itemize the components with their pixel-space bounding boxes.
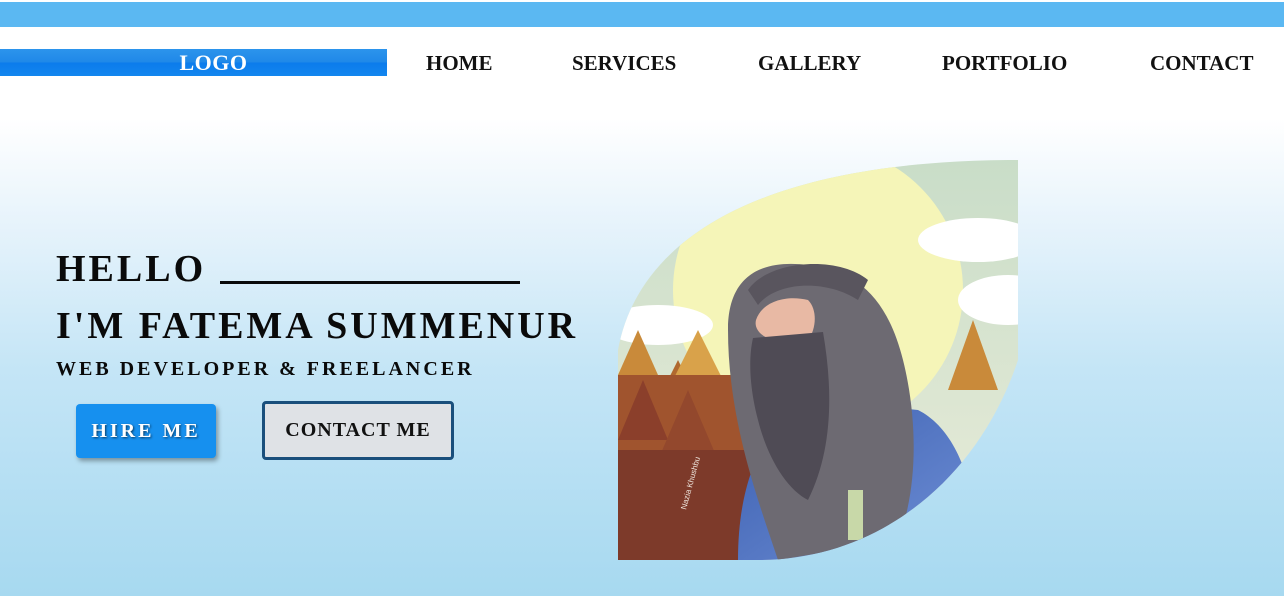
- hero-subtitle: WEB DEVELOPER & FREELANCER: [56, 358, 475, 380]
- nav-portfolio[interactable]: PORTFOLIO: [942, 50, 1067, 76]
- logo[interactable]: LOGO: [0, 49, 387, 76]
- greeting-underline: [220, 281, 520, 284]
- hero-greeting: HELLO: [56, 248, 207, 290]
- nav-gallery[interactable]: GALLERY: [758, 50, 861, 76]
- nav-services[interactable]: SERVICES: [572, 50, 676, 76]
- portrait-illustration: Nazia Khushbu: [618, 160, 1018, 560]
- contact-me-button[interactable]: CONTACT ME: [262, 401, 454, 460]
- top-accent-bar: [0, 2, 1284, 27]
- nav-home[interactable]: HOME: [426, 50, 493, 76]
- hero-name: I'M FATEMA SUMMENUR: [56, 305, 579, 347]
- hire-me-button[interactable]: HIRE ME: [76, 404, 216, 458]
- nav-contact[interactable]: CONTACT: [1150, 50, 1253, 76]
